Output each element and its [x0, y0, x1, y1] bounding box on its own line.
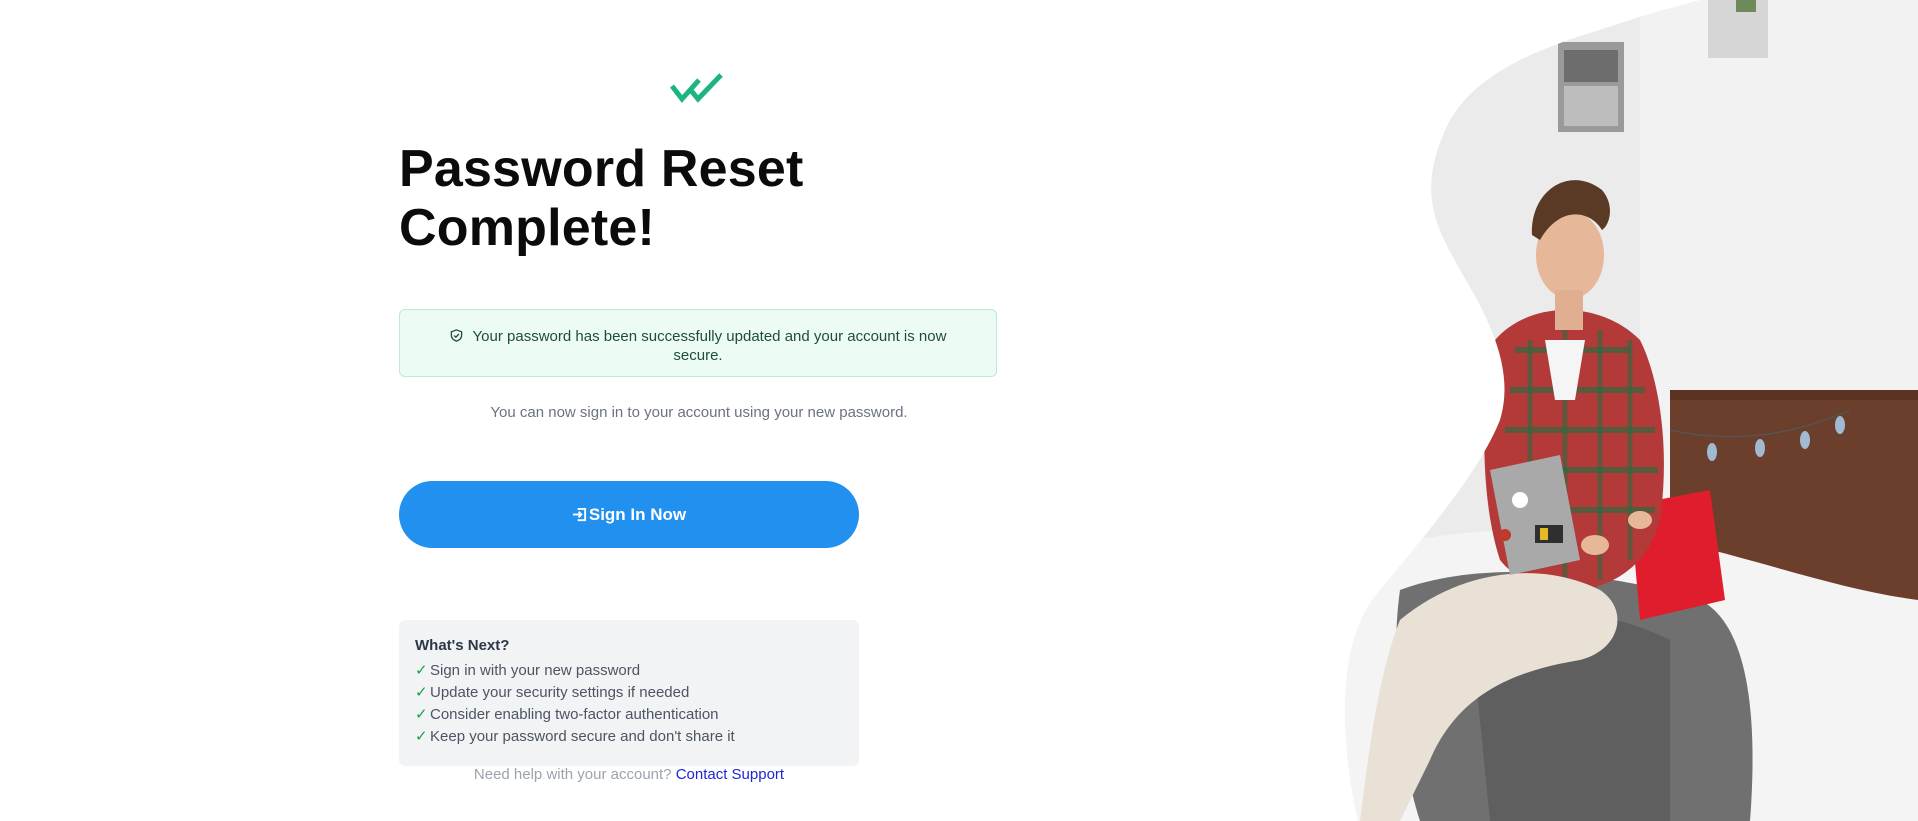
contact-support-link[interactable]: Contact Support — [676, 766, 784, 783]
check-icon: ✓ — [415, 684, 428, 701]
double-check-icon — [670, 73, 723, 103]
check-icon: ✓ — [415, 728, 428, 745]
check-icon: ✓ — [415, 706, 428, 723]
alert-message: Your password has been successfully upda… — [472, 328, 947, 364]
check-icon: ✓ — [415, 662, 428, 679]
password-reset-complete-page: Password Reset Complete! Your password h… — [0, 0, 1918, 821]
success-alert: Your password has been successfully upda… — [399, 309, 997, 377]
hero-illustration — [1344, 0, 1918, 821]
sign-in-now-button[interactable]: Sign In Now — [399, 481, 859, 548]
title-line-2: Complete! — [399, 199, 656, 257]
list-item: ✓ Update your security settings if needed — [415, 682, 843, 704]
whats-next-panel: What's Next? ✓ Sign in with your new pass… — [399, 620, 859, 766]
title-line-1: Password Reset — [399, 140, 804, 198]
shield-check-icon — [450, 329, 462, 342]
help-prompt: Need help with your account? — [473, 766, 672, 783]
page-title: Password Reset Complete! — [399, 140, 919, 258]
list-item: ✓ Keep your password secure and don't sha… — [415, 726, 843, 748]
sign-in-icon — [572, 507, 586, 522]
signin-instructions: You can now sign in to your account usin… — [490, 404, 908, 421]
list-item: ✓ Consider enabling two-factor authentica… — [415, 704, 843, 726]
whats-next-title: What's Next? — [415, 637, 510, 654]
help-text: Need help with your account? Contact Sup… — [399, 766, 859, 783]
list-item: ✓ Sign in with your new password — [415, 660, 843, 682]
whats-next-list: ✓ Sign in with your new password ✓ Update … — [415, 660, 843, 748]
sign-in-now-label: Sign In Now — [588, 504, 687, 524]
